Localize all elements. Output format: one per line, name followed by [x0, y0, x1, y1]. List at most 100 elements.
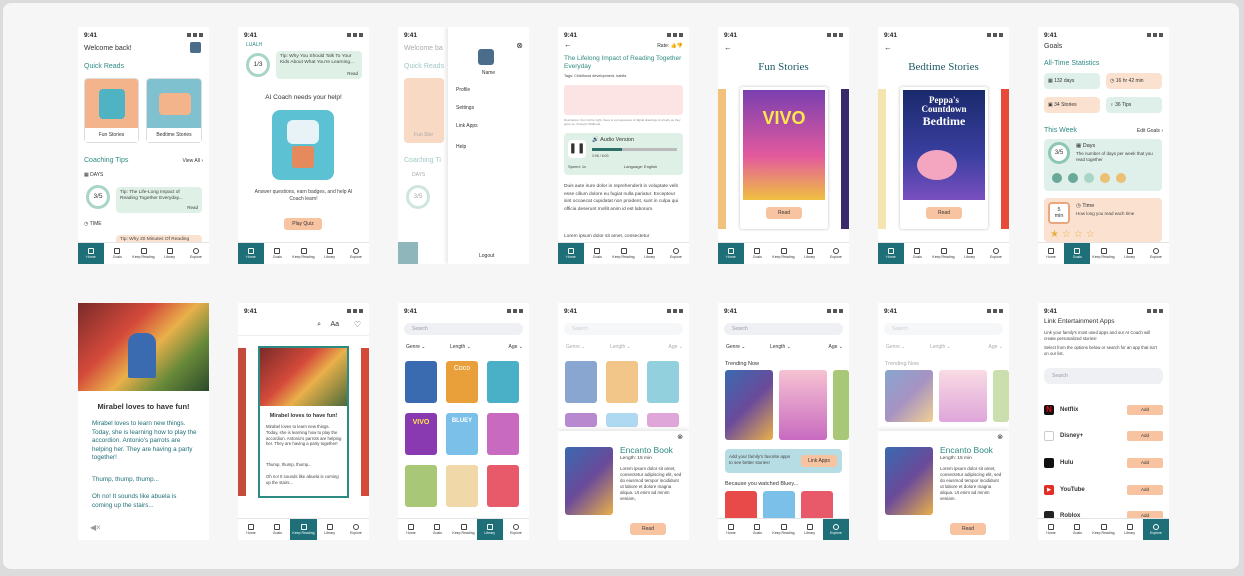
nav-keep-reading[interactable]: Keep Reading	[1090, 519, 1116, 540]
nav-explore[interactable]: Explore	[343, 519, 369, 540]
nav-explore[interactable]: Explore	[663, 243, 689, 264]
search-input[interactable]: Search	[884, 323, 1003, 335]
menu-link-apps[interactable]: Link Apps	[456, 123, 478, 129]
nav-keep-reading[interactable]: Keep Reading	[290, 519, 317, 540]
next-book-peek[interactable]	[841, 89, 849, 229]
length-filter[interactable]: Length ⌄	[770, 344, 791, 350]
prev-book-peek[interactable]	[878, 89, 886, 229]
book-card[interactable]: VIVO Read	[740, 87, 828, 229]
search-icon[interactable]: ⌕	[317, 321, 321, 329]
book-encanto[interactable]	[565, 361, 597, 403]
trending-peek[interactable]	[833, 370, 849, 440]
genre-filter[interactable]: Genre ⌄	[566, 344, 586, 350]
length-filter[interactable]: Length ⌄	[930, 344, 951, 350]
genre-filter[interactable]: Genre ⌄	[406, 344, 426, 350]
nav-explore[interactable]: Explore	[183, 243, 209, 264]
book-vivo[interactable]	[565, 413, 597, 427]
nav-library[interactable]: Library	[957, 243, 983, 264]
trending-encanto[interactable]	[885, 370, 933, 422]
thumbs-down-icon[interactable]: 👎	[677, 43, 683, 49]
age-filter[interactable]: Age ⌄	[989, 344, 1004, 350]
trending-doc[interactable]	[939, 370, 987, 422]
book-encanto[interactable]	[405, 361, 437, 403]
play-quiz-button[interactable]: Play Quiz	[284, 218, 322, 230]
book-doc[interactable]	[647, 413, 679, 427]
book-bear[interactable]	[446, 465, 478, 507]
nav-explore[interactable]: Explore	[343, 243, 369, 264]
nav-home[interactable]: Home	[718, 519, 744, 540]
nav-home[interactable]: Home	[558, 243, 585, 264]
nav-home[interactable]: Home	[1038, 519, 1064, 540]
close-icon[interactable]: ⊗	[516, 41, 523, 50]
book-coco[interactable]: Coco	[446, 361, 478, 403]
nav-library[interactable]: Library	[797, 243, 823, 264]
trending-encanto[interactable]	[725, 370, 773, 440]
add-disney-button[interactable]: Add	[1127, 431, 1163, 441]
tip-read-link[interactable]: Read	[347, 71, 358, 77]
nav-explore[interactable]: Explore	[1142, 519, 1169, 540]
font-size-button[interactable]: Aa	[330, 321, 339, 328]
fun-stories-card[interactable]: Fun Stories	[84, 78, 139, 143]
nav-goals[interactable]: Goals	[1064, 243, 1091, 264]
search-input[interactable]: Search	[404, 323, 523, 335]
nav-goals[interactable]: Goals	[424, 519, 450, 540]
nav-explore[interactable]: Explore	[822, 519, 849, 540]
menu-profile[interactable]: Profile	[456, 87, 470, 93]
nav-library[interactable]: Library	[157, 243, 183, 264]
add-hulu-button[interactable]: Add	[1127, 458, 1163, 468]
read-button[interactable]: Read	[766, 207, 802, 219]
nav-library[interactable]: Library	[637, 243, 663, 264]
book-moana[interactable]	[647, 361, 679, 403]
tip-read-link[interactable]: Read	[187, 205, 198, 211]
pause-icon[interactable]: ❚❚	[568, 140, 586, 158]
view-all-link[interactable]: View All ›	[183, 158, 203, 164]
nav-home[interactable]: Home	[718, 243, 745, 264]
page-card[interactable]: Mirabel loves to have fun! Mirabel loves…	[258, 346, 349, 498]
book-moana[interactable]	[487, 361, 519, 403]
age-filter[interactable]: Age ⌄	[509, 344, 524, 350]
nav-goals[interactable]: Goals	[744, 519, 770, 540]
nav-library[interactable]: Library	[476, 519, 503, 540]
menu-help[interactable]: Help	[456, 144, 466, 150]
nav-home[interactable]: Home	[238, 519, 264, 540]
book-card[interactable]: Peppa's Countdown Bedtime Read	[900, 87, 988, 229]
nav-goals[interactable]: Goals	[904, 243, 930, 264]
nav-home[interactable]: Home	[238, 243, 265, 264]
nav-goals[interactable]: Goals	[1064, 519, 1090, 540]
trending-doc[interactable]	[779, 370, 827, 440]
avatar-icon[interactable]	[190, 42, 201, 53]
bedtime-stories-card[interactable]: Bedtime Stories	[146, 78, 202, 143]
nav-keep-reading[interactable]: Keep Reading	[770, 243, 796, 264]
back-arrow-icon[interactable]: ←	[884, 43, 892, 52]
read-button[interactable]: Read	[926, 207, 962, 219]
next-book-peek[interactable]	[1001, 89, 1009, 229]
prev-page-peek[interactable]	[238, 348, 246, 496]
length-filter[interactable]: Length ⌄	[610, 344, 631, 350]
book-coco[interactable]	[606, 361, 638, 403]
add-netflix-button[interactable]: Add	[1127, 405, 1163, 415]
mute-icon[interactable]: ◀×	[90, 523, 101, 532]
search-input[interactable]: Search	[564, 323, 683, 335]
nav-keep-reading[interactable]: Keep Reading	[930, 243, 956, 264]
tip-card[interactable]: Tip: Why You Should Talk To Your Kids Ab…	[276, 51, 362, 79]
rec-book-1[interactable]	[725, 491, 757, 521]
close-icon[interactable]: ⊗	[997, 433, 1003, 441]
audio-progress-bar[interactable]	[592, 148, 677, 151]
back-arrow-icon[interactable]: ←	[564, 40, 572, 49]
add-youtube-button[interactable]: Add	[1127, 485, 1163, 495]
rec-book-3[interactable]	[801, 491, 833, 521]
nav-home[interactable]: Home	[398, 519, 424, 540]
book-peppa[interactable]	[487, 465, 519, 507]
genre-filter[interactable]: Genre ⌄	[726, 344, 746, 350]
language-control[interactable]: Language: English	[624, 164, 657, 169]
nav-keep-reading[interactable]: Keep Reading	[130, 243, 156, 264]
read-button[interactable]: Read	[950, 523, 986, 535]
book-vivo[interactable]: VIVO	[405, 413, 437, 455]
nav-keep-reading[interactable]: Keep Reading	[450, 519, 476, 540]
genre-filter[interactable]: Genre ⌄	[886, 344, 906, 350]
book-bluey[interactable]	[606, 413, 638, 427]
nav-explore[interactable]: Explore	[823, 243, 849, 264]
nav-home[interactable]: Home	[1038, 243, 1064, 264]
nav-keep-reading[interactable]: Keep Reading	[610, 243, 636, 264]
book-doc[interactable]	[487, 413, 519, 455]
